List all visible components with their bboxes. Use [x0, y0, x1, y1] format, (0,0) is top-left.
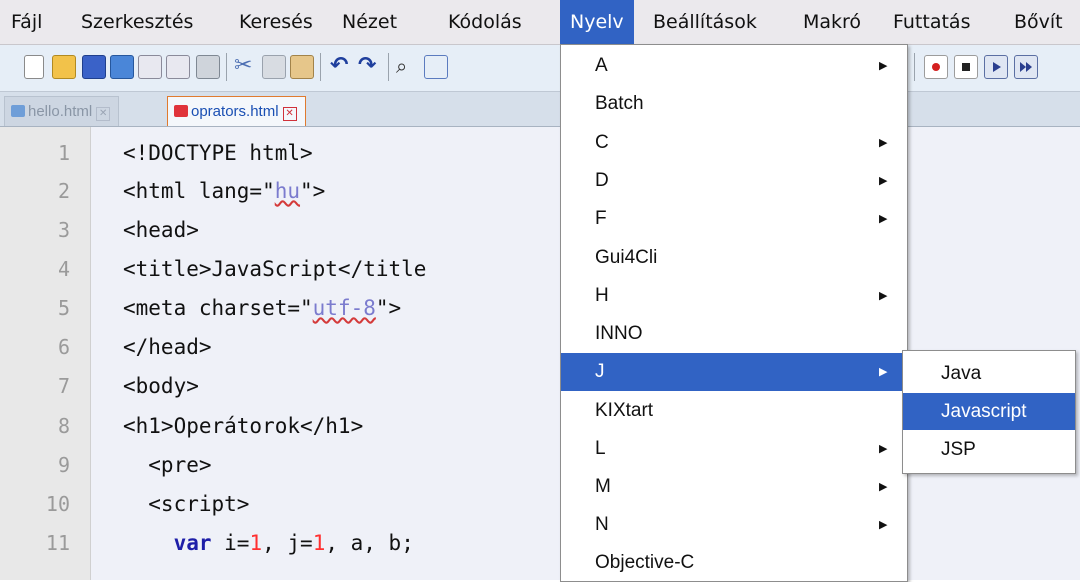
record-macro-icon[interactable]	[924, 55, 948, 79]
menu-macro[interactable]: Makró	[803, 0, 861, 44]
menu-bar: Fájl Szerkesztés Keresés Nézet Kódolás N…	[0, 0, 1080, 45]
language-menu-item-j[interactable]: J ▶	[561, 353, 907, 391]
code-line: <title>JavaScript</title	[123, 257, 427, 281]
close-icon[interactable]: ✕	[282, 107, 297, 121]
save-icon[interactable]	[82, 55, 106, 79]
menu-search[interactable]: Keresés	[239, 0, 313, 44]
undo-icon[interactable]: ↶	[330, 51, 348, 81]
language-menu-item-h[interactable]: H ▶	[561, 277, 907, 315]
language-menu: A ▶ Batch C ▶ D ▶ F ▶ Gui4Cli H ▶ INNO J ▶ KIX…	[560, 44, 908, 582]
submenu-arrow-icon: ▶	[879, 481, 888, 493]
new-file-icon[interactable]	[24, 55, 44, 79]
paste-icon[interactable]	[290, 55, 314, 79]
submenu-item-java[interactable]: Java	[903, 355, 1075, 392]
copy-icon[interactable]	[262, 55, 286, 79]
submenu-arrow-icon: ▶	[879, 366, 888, 378]
file-icon	[174, 105, 188, 117]
code-line: <h1>Operátorok</h1>	[123, 414, 364, 438]
code-line: <!DOCTYPE html>	[123, 141, 313, 165]
line-number: 11	[45, 531, 70, 555]
language-menu-item-f[interactable]: F ▶	[561, 200, 907, 238]
language-menu-item-inno[interactable]: INNO	[561, 315, 907, 353]
line-number: 2	[57, 179, 70, 203]
submenu-item-jsp[interactable]: JSP	[903, 431, 1075, 468]
code-line: </head>	[123, 335, 212, 359]
close-icon[interactable]: ✕	[96, 107, 111, 121]
code-line: <head>	[123, 218, 199, 242]
language-submenu-j: Java Javascript JSP	[902, 350, 1076, 474]
submenu-arrow-icon: ▶	[879, 443, 888, 455]
close-icon[interactable]	[138, 55, 162, 79]
submenu-arrow-icon: ▶	[879, 137, 888, 149]
find-icon[interactable]: ⌕	[396, 51, 407, 81]
code-line: var i=1, j=1, a, b;	[173, 531, 414, 555]
language-menu-item-batch[interactable]: Batch	[561, 85, 907, 123]
language-menu-item-kixtart[interactable]: KIXtart	[561, 392, 907, 430]
language-menu-item-a[interactable]: A ▶	[561, 47, 907, 85]
menu-run[interactable]: Futtatás	[893, 0, 970, 44]
line-number: 3	[57, 218, 70, 242]
submenu-arrow-icon: ▶	[879, 175, 888, 187]
tab-oprators-html[interactable]: oprators.html ✕	[167, 96, 306, 126]
open-folder-icon[interactable]	[52, 55, 76, 79]
line-number: 7	[57, 374, 70, 398]
code-line: <html lang="hu">	[123, 179, 326, 203]
submenu-item-javascript[interactable]: Javascript	[903, 393, 1075, 430]
submenu-arrow-icon: ▶	[879, 519, 888, 531]
line-number: 4	[57, 257, 70, 281]
toolbar-separator	[320, 53, 321, 81]
cut-icon[interactable]: ✂	[234, 51, 252, 81]
menu-edit[interactable]: Szerkesztés	[81, 0, 193, 44]
code-line: <pre>	[123, 453, 212, 477]
menu-encoding[interactable]: Kódolás	[448, 0, 522, 44]
tab-hello-html[interactable]: hello.html ✕	[4, 96, 120, 126]
language-menu-item-objective-c[interactable]: Objective-C	[561, 544, 907, 582]
code-line: <meta charset="utf-8">	[123, 296, 402, 320]
menu-plugins[interactable]: Bővít	[1014, 0, 1063, 44]
submenu-arrow-icon: ▶	[879, 290, 888, 302]
menu-file[interactable]: Fájl	[11, 0, 42, 44]
language-menu-item-l[interactable]: L ▶	[561, 430, 907, 468]
submenu-arrow-icon: ▶	[879, 60, 888, 72]
redo-icon[interactable]: ↷	[358, 51, 376, 81]
language-menu-item-m[interactable]: M ▶	[561, 468, 907, 506]
line-number: 1	[57, 141, 70, 165]
menu-view[interactable]: Nézet	[342, 0, 397, 44]
menu-settings[interactable]: Beállítások	[653, 0, 757, 44]
play-macro-icon[interactable]	[984, 55, 1008, 79]
line-number: 6	[57, 335, 70, 359]
language-menu-item-c[interactable]: C ▶	[561, 124, 907, 162]
line-number: 5	[57, 296, 70, 320]
save-all-icon[interactable]	[110, 55, 134, 79]
code-line: <script>	[123, 492, 250, 516]
language-menu-item-d[interactable]: D ▶	[561, 162, 907, 200]
tab-label: oprators.html	[191, 103, 279, 120]
language-menu-item-gui4cli[interactable]: Gui4Cli	[561, 239, 907, 277]
submenu-arrow-icon: ▶	[879, 213, 888, 225]
close-all-icon[interactable]	[166, 55, 190, 79]
toolbar-separator	[388, 53, 389, 81]
tab-label: hello.html	[28, 103, 93, 120]
line-number: 9	[57, 453, 70, 477]
replace-icon[interactable]	[424, 55, 448, 79]
line-number: 8	[57, 414, 70, 438]
code-line: <body>	[123, 374, 199, 398]
tab-bar: hello.html ✕ oprators.html ✕	[0, 92, 1080, 127]
toolbar-separator	[226, 53, 227, 81]
menu-language[interactable]: Nyelv	[560, 0, 634, 44]
file-icon	[11, 105, 25, 117]
toolbar: ✂ ↶ ↷ ⌕	[0, 45, 1080, 92]
language-menu-item-n[interactable]: N ▶	[561, 506, 907, 544]
line-number: 10	[45, 492, 70, 516]
stop-macro-icon[interactable]	[954, 55, 978, 79]
print-icon[interactable]	[196, 55, 220, 79]
toolbar-separator	[914, 53, 915, 81]
run-multiple-macro-icon[interactable]	[1014, 55, 1038, 79]
